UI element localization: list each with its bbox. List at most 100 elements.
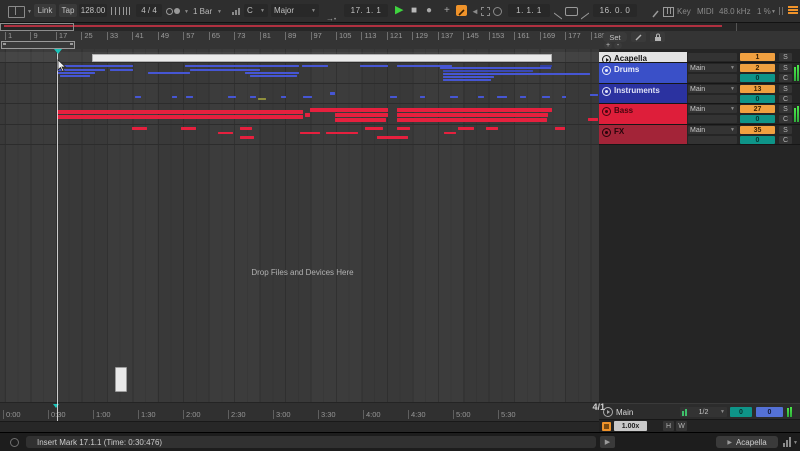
clip[interactable] <box>310 108 388 112</box>
track-state-icon[interactable] <box>602 87 611 96</box>
clip[interactable] <box>250 96 256 98</box>
track-activator[interactable]: 1 <box>740 53 775 61</box>
time-ruler[interactable]: 0:00 0:30 1:00 1:30 2:00 2:30 3:00 3:30 4:00 4:30… <box>0 402 599 421</box>
clip[interactable] <box>397 118 547 122</box>
clip[interactable] <box>258 97 266 100</box>
track-header-instruments[interactable]: Instruments Main ▼ 13 S 0 C <box>599 84 800 104</box>
record-button[interactable]: ● <box>426 5 432 16</box>
clip[interactable] <box>245 71 299 74</box>
clip[interactable] <box>542 96 550 98</box>
play-button[interactable]: ▶ <box>395 5 403 16</box>
clip-lane-instruments[interactable] <box>0 84 599 104</box>
clip[interactable] <box>92 53 552 62</box>
pan-value[interactable]: 0 <box>740 74 775 82</box>
track-name-block[interactable]: Instruments <box>599 84 687 103</box>
track-state-icon[interactable] <box>602 66 611 75</box>
tap-tempo-button[interactable]: Tap <box>59 4 77 17</box>
menu-icon[interactable] <box>788 6 798 15</box>
metronome-icon[interactable] <box>166 8 173 15</box>
clip[interactable] <box>186 96 193 98</box>
solo-button[interactable]: S <box>779 105 792 113</box>
clip[interactable] <box>181 127 196 130</box>
clip[interactable] <box>57 65 133 67</box>
main-grid-selector[interactable]: 1/2 ▼ <box>680 407 727 417</box>
clip[interactable] <box>305 113 310 117</box>
clip-lane-acapella[interactable] <box>0 52 599 63</box>
clip[interactable] <box>172 96 177 98</box>
chevron-down-icon[interactable]: ▼ <box>27 9 32 15</box>
clip[interactable] <box>281 96 286 98</box>
clip[interactable] <box>588 118 598 121</box>
region-select-icon[interactable] <box>481 7 490 16</box>
clip[interactable] <box>377 136 408 139</box>
key-map-button[interactable]: Key <box>677 7 691 16</box>
clip[interactable] <box>132 127 147 130</box>
clip[interactable] <box>240 127 252 130</box>
output-routing-chooser[interactable]: Main ▼ <box>688 126 737 134</box>
chevron-down-icon[interactable]: ▼ <box>217 9 222 15</box>
chevron-down-icon[interactable]: ▼ <box>793 440 798 446</box>
zoom-in-button[interactable]: + <box>604 42 612 49</box>
keyboard-map-icon[interactable] <box>663 7 674 17</box>
pan-value[interactable]: 0 <box>740 136 775 144</box>
track-name-block[interactable]: Drums <box>599 63 687 83</box>
midi-map-button[interactable]: MIDI <box>697 7 714 16</box>
locator-pencil-icon[interactable] <box>631 32 646 42</box>
zoom-factor-value[interactable]: 1.00x <box>614 421 647 431</box>
solo-button[interactable]: S <box>779 85 792 93</box>
clip[interactable] <box>148 71 190 74</box>
clip[interactable] <box>440 66 551 69</box>
main-track-row[interactable]: Main 1/2 ▼ 0 0 <box>599 403 800 419</box>
pan-value[interactable]: 0 <box>740 115 775 123</box>
clip[interactable] <box>240 136 254 139</box>
back-to-arrangement-icon[interactable]: ◄ <box>471 7 479 16</box>
metronome-dot-icon[interactable] <box>174 8 180 14</box>
lock-icon[interactable] <box>650 32 665 42</box>
automation-mode-icon[interactable] <box>493 7 502 16</box>
crossfade-button[interactable]: C <box>779 74 792 82</box>
clip[interactable] <box>390 96 397 98</box>
track-activator[interactable]: 2 <box>740 64 775 72</box>
level-meter-icon[interactable] <box>783 437 791 447</box>
chevron-down-icon[interactable]: ▼ <box>184 9 189 15</box>
loop-brace[interactable] <box>1 41 75 49</box>
clip[interactable] <box>250 74 297 77</box>
clip[interactable] <box>443 75 494 78</box>
track-header-fx[interactable]: FX Main ▼ 35 S 0 C <box>599 125 800 145</box>
draw-mode-pencil-icon[interactable] <box>456 5 467 16</box>
track-header-drums[interactable]: Drums Main ▼ 2 S 0 C <box>599 63 800 84</box>
clip[interactable] <box>520 96 526 98</box>
arrangement-area[interactable]: Drop Files and Devices Here 0:00 0:30 1:00… <box>0 49 600 421</box>
clip[interactable] <box>330 92 335 95</box>
clip[interactable] <box>478 96 484 98</box>
clip[interactable] <box>458 127 474 130</box>
clip[interactable] <box>335 118 386 122</box>
zoom-selector-icon[interactable] <box>602 422 611 431</box>
crossfade-button[interactable]: C <box>779 136 792 144</box>
clip-lane-fx[interactable] <box>0 125 599 145</box>
crossfade-button[interactable]: C <box>779 115 792 123</box>
clip[interactable] <box>218 131 233 134</box>
set-locator-button[interactable]: Set <box>603 32 627 42</box>
status-circle-icon[interactable] <box>10 438 19 447</box>
automation-pencil-icon[interactable] <box>651 6 660 24</box>
clip[interactable] <box>326 131 358 134</box>
output-routing-chooser[interactable]: Main ▼ <box>688 85 737 93</box>
clip[interactable] <box>57 115 303 119</box>
main-track-name[interactable]: Main <box>616 408 633 417</box>
track-state-icon[interactable] <box>602 128 611 137</box>
clip-preview-button[interactable]: ▶ <box>600 436 615 448</box>
track-name-block[interactable]: Acapella <box>599 52 687 64</box>
clip[interactable] <box>443 69 533 72</box>
solo-button[interactable]: S <box>779 64 792 72</box>
clip[interactable] <box>365 127 383 130</box>
zoom-out-button[interactable]: - <box>614 42 622 49</box>
playhead[interactable] <box>57 49 58 421</box>
clip[interactable] <box>590 94 598 96</box>
time-signature-field[interactable]: 4 / 4 <box>136 4 162 17</box>
track-activator[interactable]: 35 <box>740 126 775 134</box>
insert-marker-icon[interactable] <box>54 49 62 54</box>
crossfade-button[interactable]: C <box>779 95 792 103</box>
pan-value[interactable]: 0 <box>740 95 775 103</box>
clip[interactable] <box>300 131 320 134</box>
